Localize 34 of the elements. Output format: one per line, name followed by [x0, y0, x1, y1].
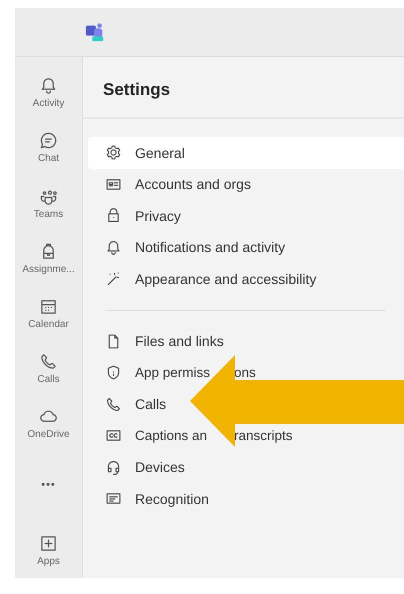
- shield-icon: [105, 364, 122, 382]
- sidebar-item-label[interactable]: OneDrive: [27, 429, 70, 440]
- settings-icon: [105, 144, 122, 162]
- settings-menu-item[interactable]: Files and links: [88, 332, 224, 350]
- bell-icon[interactable]: [38, 76, 58, 96]
- settings-menu-item[interactable]: General: [88, 137, 404, 168]
- sidebar-item-label[interactable]: Activity: [32, 98, 64, 110]
- settings-menu-item[interactable]: Accounts and orgs: [88, 175, 251, 194]
- more-apps-button[interactable]: •••: [41, 479, 56, 492]
- bell-icon: [105, 238, 122, 256]
- sidebar-item-label[interactable]: Chat: [38, 153, 60, 164]
- wand-icon: [105, 270, 122, 288]
- plus-icon[interactable]: [38, 534, 58, 553]
- menu-item-text[interactable]: ons: [234, 365, 256, 380]
- menu-item-text[interactable]: ranscripts: [234, 428, 293, 444]
- app-logo-icon: [85, 22, 105, 42]
- sidebar-item-label[interactable]: Calls: [37, 374, 60, 386]
- settings-title: Settings: [83, 57, 404, 119]
- headset-icon: [105, 458, 122, 476]
- chat-icon[interactable]: [39, 131, 58, 150]
- settings-menu-item[interactable]: Devices: [88, 458, 185, 476]
- settings-menu-item[interactable]: Privacy: [88, 206, 181, 225]
- sidebar-item-label[interactable]: Teams: [34, 208, 64, 220]
- sidebar-item-label[interactable]: Calendar: [28, 318, 69, 330]
- sidebar-item-label[interactable]: Apps: [37, 556, 60, 567]
- phone-icon[interactable]: [38, 352, 58, 372]
- phone-icon: [105, 396, 122, 413]
- settings-menu-item[interactable]: Captions an: [88, 426, 208, 445]
- sidebar-item-label[interactable]: Assignme...: [22, 264, 75, 275]
- settings-menu-item[interactable]: Recognition: [88, 490, 209, 508]
- settings-menu-item[interactable]: Calls: [88, 395, 166, 414]
- settings-menu-item[interactable]: Notifications and activity: [88, 238, 286, 256]
- settings-menu-item[interactable]: Appearance and accessibility: [88, 270, 316, 288]
- settings-menu-item[interactable]: App permiss: [88, 364, 210, 382]
